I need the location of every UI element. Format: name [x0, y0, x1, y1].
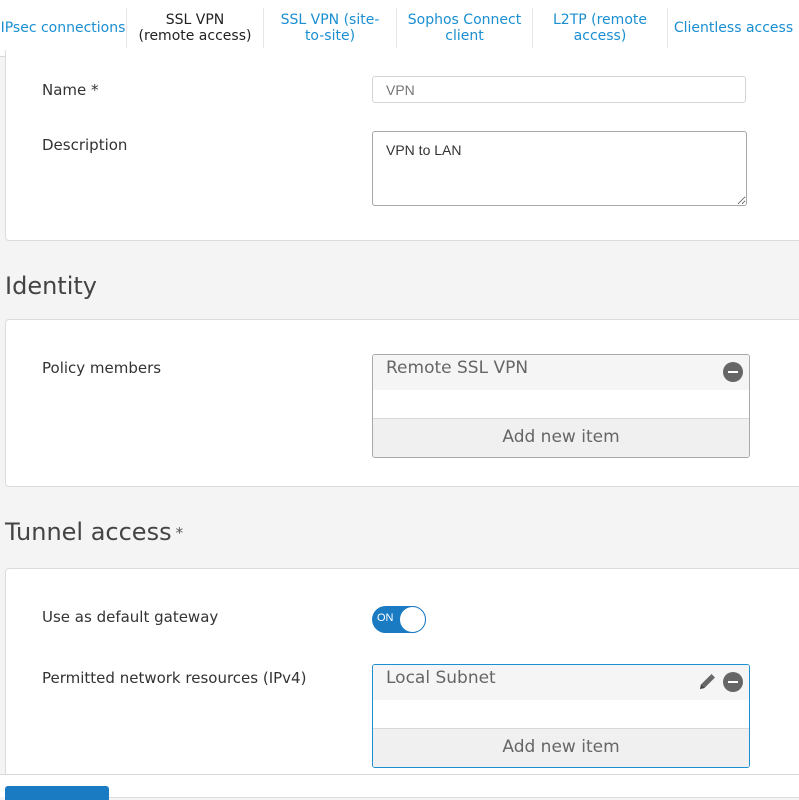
- add-new-item-button[interactable]: Add new item: [373, 728, 749, 767]
- description-label: Description: [42, 136, 128, 154]
- tunnel-access-section-title: Tunnel access *: [5, 518, 183, 546]
- policy-members-label: Policy members: [42, 359, 162, 377]
- default-gateway-label: Use as default gateway: [42, 608, 219, 626]
- description-textarea[interactable]: VPN to LAN: [372, 131, 747, 206]
- default-gateway-toggle[interactable]: ON: [372, 606, 426, 633]
- permitted-resources-label: Permitted network resources (IPv4): [42, 669, 307, 687]
- policy-members-list: Remote SSL VPN Add new item: [372, 354, 750, 458]
- identity-section-title: Identity: [5, 272, 97, 300]
- vpn-tab-bar: IPsec connections SSL VPN (remote access…: [0, 0, 799, 57]
- footer-bar: [0, 774, 799, 800]
- pencil-icon[interactable]: [697, 672, 717, 692]
- permitted-resources-list: Local Subnet Add new item: [372, 664, 750, 768]
- add-new-item-button[interactable]: Add new item: [373, 418, 749, 457]
- policy-member-name: Remote SSL VPN: [386, 358, 529, 378]
- tab-sophos-connect-client[interactable]: Sophos Connect client: [397, 0, 532, 56]
- toggle-knob: [399, 606, 426, 633]
- name-input[interactable]: [372, 76, 746, 103]
- tab-ssl-vpn-remote-access[interactable]: SSL VPN (remote access): [127, 0, 263, 56]
- tab-ssl-vpn-site-to-site[interactable]: SSL VPN (site-to-site): [264, 0, 396, 56]
- remove-circle-icon[interactable]: [723, 362, 743, 382]
- required-asterisk: *: [175, 524, 184, 542]
- list-item: Remote SSL VPN: [373, 355, 749, 390]
- list-item: Local Subnet: [373, 665, 749, 700]
- toggle-on-text: ON: [377, 612, 394, 624]
- tunnel-access-title-text: Tunnel access: [5, 518, 172, 546]
- tab-l2tp-remote-access[interactable]: L2TP (remote access): [533, 0, 667, 56]
- name-label: Name *: [42, 81, 99, 99]
- tab-ipsec-connections[interactable]: IPsec connections: [0, 0, 126, 56]
- save-button[interactable]: [5, 786, 109, 800]
- remove-circle-icon[interactable]: [723, 672, 743, 692]
- resource-name: Local Subnet: [386, 668, 496, 688]
- tab-clientless-access[interactable]: Clientless access: [668, 0, 799, 56]
